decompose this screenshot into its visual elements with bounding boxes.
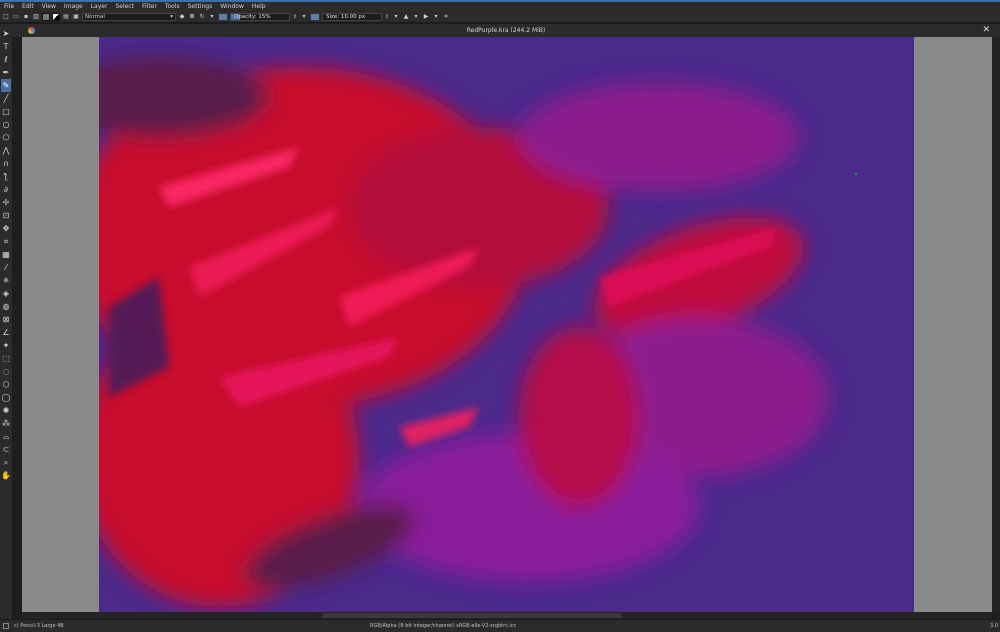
brush-preset-status-icon <box>3 623 9 629</box>
gradient-icon[interactable]: ▦ <box>1 248 11 261</box>
bezier-select-icon[interactable]: ⌓ <box>1 430 11 443</box>
brush-preset-icon[interactable]: ▣ <box>72 13 80 21</box>
purple-stroke-top <box>519 82 799 192</box>
open-document-icon[interactable]: ▭ <box>12 13 20 21</box>
mirror-horizontal-icon[interactable]: ▲ <box>402 13 410 21</box>
rectangle-icon[interactable]: □ <box>1 105 11 118</box>
status-bar: c) Pencil-3 Large 4B RGB/Alpha (8-bit in… <box>0 619 1000 632</box>
chevron-down-icon[interactable]: ▾ <box>392 13 400 21</box>
new-document-icon[interactable]: □ <box>2 13 10 21</box>
eraser-mode-icon[interactable]: ◆ <box>178 13 186 21</box>
size-label: Size: 10.00 px <box>326 13 366 20</box>
foreground-background-swatch[interactable] <box>52 12 60 21</box>
zoom-icon[interactable]: ⌕ <box>1 456 11 469</box>
crop-icon[interactable]: ⌗ <box>1 235 11 248</box>
smart-patch-icon[interactable]: ✳ <box>1 274 11 287</box>
line-icon[interactable]: ╱ <box>1 92 11 105</box>
pen-icon[interactable]: ✒ <box>1 66 11 79</box>
menu-image[interactable]: Image <box>60 2 87 11</box>
size-color-chip <box>310 12 320 21</box>
painting-canvas[interactable] <box>99 37 914 612</box>
transform-icon[interactable]: ⊡ <box>1 209 11 222</box>
size-spin-icon[interactable]: ⇕ <box>384 13 390 21</box>
chevron-down-icon[interactable]: ▾ <box>208 13 216 21</box>
freehand-path-icon[interactable]: ƪ <box>1 170 11 183</box>
menu-window[interactable]: Window <box>216 2 248 11</box>
menu-view[interactable]: View <box>38 2 60 11</box>
chevron-down-icon[interactable]: ▾ <box>300 13 308 21</box>
canvas-viewport[interactable] <box>22 37 992 612</box>
red-stroke-mid <box>519 327 639 507</box>
dynamic-brush-icon[interactable]: ∂ <box>1 183 11 196</box>
green-dot <box>854 172 858 176</box>
painting-strokes <box>99 57 858 607</box>
blend-mode-select[interactable]: Normal ▾ <box>82 12 176 21</box>
contiguous-select-icon[interactable]: ✺ <box>1 404 11 417</box>
assistant-icon[interactable]: ⊠ <box>1 313 11 326</box>
chevron-down-icon[interactable]: ▾ <box>412 13 420 21</box>
horizontal-scrollbar[interactable] <box>22 612 992 619</box>
horizontal-scrollbar-thumb[interactable] <box>322 613 622 618</box>
opacity-color-chip <box>218 12 228 21</box>
magnetic-select-icon[interactable]: ⊂ <box>1 443 11 456</box>
document-title[interactable]: RedPurple.kra (244.2 MiB) <box>12 24 1000 37</box>
brush-settings-icon[interactable]: ▤ <box>62 13 70 21</box>
opacity-label: Opacity: 15% <box>234 13 271 20</box>
opacity-spin-icon[interactable]: ⇕ <box>292 13 298 21</box>
preserve-alpha-icon[interactable]: ⊠ <box>188 13 196 21</box>
menu-settings[interactable]: Settings <box>184 2 217 11</box>
status-color-profile: RGB/Alpha (8-bit integer/channel) sRGB-e… <box>370 623 517 629</box>
rect-select-icon[interactable]: ⬚ <box>1 352 11 365</box>
reference-icon[interactable]: ✦ <box>1 339 11 352</box>
bezier-icon[interactable]: ∩ <box>1 157 11 170</box>
ellipse-select-icon[interactable]: ◌ <box>1 365 11 378</box>
measure-icon[interactable]: ∠ <box>1 326 11 339</box>
pointer-icon[interactable]: ➤ <box>1 27 11 40</box>
pan-icon[interactable]: ✋ <box>1 469 11 482</box>
vertical-scrollbar[interactable] <box>992 37 1000 612</box>
pattern-swatch[interactable] <box>42 12 50 21</box>
menu-help[interactable]: Help <box>248 2 270 11</box>
status-brush-preset: c) Pencil-3 Large 4B <box>14 623 64 629</box>
menu-bar: File Edit View Image Layer Select Filter… <box>0 2 1000 11</box>
freehand-select-icon[interactable]: ◯ <box>1 391 11 404</box>
polyline-icon[interactable]: ⋀ <box>1 144 11 157</box>
fill-icon[interactable]: ◈ <box>1 287 11 300</box>
size-slider[interactable]: Size: 10.00 px <box>322 12 382 21</box>
blend-mode-value: Normal <box>85 13 105 20</box>
chevron-down-icon[interactable]: ▾ <box>432 13 440 21</box>
polygon-select-icon[interactable]: ⬡ <box>1 378 11 391</box>
menu-tools[interactable]: Tools <box>161 2 184 11</box>
mirror-vertical-icon[interactable]: ▶ <box>422 13 430 21</box>
menu-filter[interactable]: Filter <box>138 2 161 11</box>
gradient-selector-icon[interactable]: ▥ <box>32 13 40 21</box>
calligraphy-icon[interactable]: ℓ <box>1 53 11 66</box>
multibrush-icon[interactable]: ✢ <box>1 196 11 209</box>
wrap-around-icon[interactable]: ⌗ <box>442 13 450 21</box>
save-document-icon[interactable]: ▪ <box>22 13 30 21</box>
polygon-icon[interactable]: ⬠ <box>1 131 11 144</box>
color-picker-icon[interactable]: ⁄ <box>1 261 11 274</box>
menu-edit[interactable]: Edit <box>18 2 38 11</box>
opacity-slider[interactable]: Opacity: 15% <box>230 12 290 21</box>
enclose-fill-icon[interactable]: ◍ <box>1 300 11 313</box>
close-icon[interactable]: ✕ <box>982 24 990 37</box>
status-zoom[interactable]: 3.0 <box>990 620 998 632</box>
document-tab-bar: RedPurple.kra (244.2 MiB) ✕ <box>12 24 1000 38</box>
menu-select[interactable]: Select <box>111 2 138 11</box>
tool-options-bar: □ ▭ ▪ ▥ ▤ ▣ Normal ▾ ◆ ⊠ ↻ ▾ Opacity: 15… <box>0 11 1000 23</box>
menu-file[interactable]: File <box>0 2 18 11</box>
text-icon[interactable]: T <box>1 40 11 53</box>
toolbox: ➤ Tℓ ✒ ✎ ╱ □ ○ ⬠ ⋀ ∩ ƪ ∂ ✢ ⊡ ✥ ⌗ ▦ ⁄ ✳ ◈ ◍ ⊠ ∠ ✦ ⬚ ◌ ⬡ ◯ ✺ ⁂ ⌓ ⊂ ⌕ ✋ <box>0 24 12 619</box>
similar-select-icon[interactable]: ⁂ <box>1 417 11 430</box>
move-icon[interactable]: ✥ <box>1 222 11 235</box>
chevron-down-icon: ▾ <box>170 13 173 20</box>
menu-layer[interactable]: Layer <box>87 2 112 11</box>
brush-icon[interactable]: ✎ <box>1 79 11 92</box>
ellipse-icon[interactable]: ○ <box>1 118 11 131</box>
reload-preset-icon[interactable]: ↻ <box>198 13 206 21</box>
